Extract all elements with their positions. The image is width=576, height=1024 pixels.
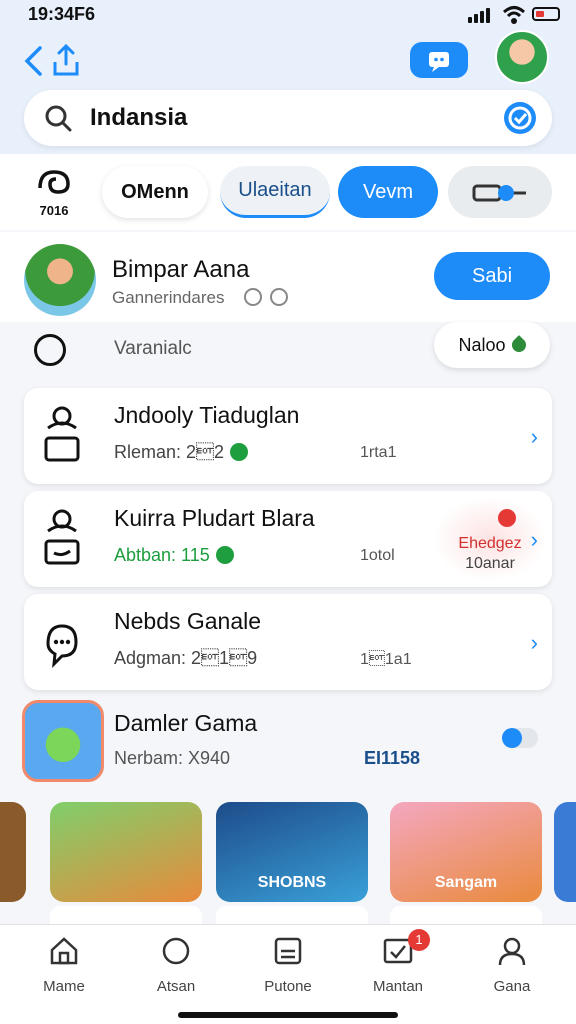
status-bar: 19:34F6: [0, 0, 576, 30]
alert-line-2: 10anar: [465, 555, 515, 572]
profile-row[interactable]: Bimpar Aana Gannerindares Sabi: [0, 232, 576, 322]
game-title: Damler Gama: [114, 710, 258, 736]
profile-badges: [244, 288, 288, 306]
nav-label: Atsan: [156, 978, 196, 995]
game-toggle[interactable]: [502, 728, 538, 748]
circle-icon: [162, 937, 190, 965]
tab-2[interactable]: Ulaeitan: [220, 166, 330, 218]
home-indicator: [178, 1012, 398, 1018]
bottom-nav: Mame Atsan Putone 1 Mantan Gana: [0, 924, 576, 1024]
nav-profile[interactable]: Gana: [472, 935, 552, 995]
document-icon: [274, 937, 302, 965]
chevron-right-icon[interactable]: ›: [531, 630, 538, 656]
card-right: 11a1: [360, 651, 412, 668]
profile-subtitle: Gannerindares: [112, 288, 225, 307]
chat-icon: [429, 52, 449, 72]
thumb-footer: [390, 906, 542, 924]
alert-badge[interactable]: Ehedgez 10anar: [436, 499, 544, 579]
card-title: Kuirra Pludart Blara: [114, 505, 315, 531]
nav-label: Gana: [493, 978, 531, 995]
chat-button[interactable]: [410, 42, 468, 78]
notification-badge: 1: [408, 929, 430, 951]
nav-monitor[interactable]: 1 Mantan: [358, 929, 438, 995]
app-header: Indansia: [0, 30, 576, 154]
verify-button[interactable]: [504, 102, 536, 134]
home-icon: [50, 937, 78, 965]
game-thumb[interactable]: SHOBNS: [216, 802, 368, 924]
logo-icon: [38, 170, 70, 194]
tab-1[interactable]: OMenn: [102, 166, 208, 218]
verified-icon: [215, 546, 234, 564]
chat-bubble-icon: [46, 624, 78, 669]
card-meta: Rleman: 22: [114, 442, 249, 463]
game-carousel: SHOBNS Sangam: [0, 800, 576, 924]
face-icon: [34, 334, 66, 366]
game-row[interactable]: Damler Gama Nerbam: X940 EI1158: [0, 694, 576, 794]
tab-3[interactable]: Vevm: [338, 166, 438, 218]
card-meta: Abtban: 115: [114, 545, 234, 566]
card-meta: Adgman: 219: [114, 648, 258, 668]
leaf-icon: [508, 335, 529, 355]
logo-text: 7016: [39, 203, 69, 218]
list-item[interactable]: Nebds Ganale Adgman: 219 11a1 ›: [24, 594, 552, 690]
card-right: 1rta1: [360, 444, 397, 461]
user-inbox-icon: [44, 406, 80, 462]
nav-home[interactable]: Mame: [24, 935, 104, 995]
variant-label: Varanialc: [114, 338, 192, 359]
filter-tabs: 7016 OMenn Ulaeitan Vevm: [0, 154, 576, 230]
game-thumb[interactable]: [50, 802, 202, 924]
tab-4[interactable]: [448, 166, 552, 218]
avatar[interactable]: [495, 30, 549, 84]
search-bar[interactable]: Indansia: [24, 90, 552, 146]
thumb-footer: [50, 906, 202, 924]
nav-document[interactable]: Putone: [248, 935, 328, 995]
search-input[interactable]: Indansia: [90, 104, 187, 132]
brand-logo[interactable]: 7016: [32, 168, 76, 218]
game-thumb[interactable]: [0, 802, 26, 902]
battery-icon: [532, 7, 560, 21]
game-thumb[interactable]: [554, 802, 576, 902]
nav-label: Putone: [264, 978, 312, 995]
game-subtitle: Nerbam: X940: [114, 748, 231, 768]
verify-icon: [508, 106, 532, 130]
chevron-right-icon[interactable]: ›: [531, 527, 538, 553]
wifi-icon: [502, 6, 526, 24]
pill-label: Naloo: [458, 334, 506, 355]
badge-icon: [244, 288, 262, 306]
list-item[interactable]: Kuirra Pludart Blara Abtban: 115 1otol E…: [24, 491, 552, 587]
clock-icon: [270, 288, 288, 306]
variant-row[interactable]: Varanialc Naloo: [0, 322, 576, 378]
value-pill[interactable]: Naloo: [434, 322, 550, 368]
nav-label: Mame: [43, 978, 85, 995]
card-title: Jndooly Tiaduglan: [114, 402, 300, 428]
search-icon: [45, 105, 72, 132]
game-amount: EI1158: [364, 748, 421, 768]
card-right: 1otol: [360, 547, 395, 564]
verified-icon: [230, 443, 249, 461]
save-button[interactable]: Sabi: [434, 252, 550, 300]
nav-label: Mantan: [372, 978, 424, 995]
nav-search[interactable]: Atsan: [136, 935, 216, 995]
profile-avatar: [24, 244, 96, 316]
user-icon: [498, 937, 526, 966]
chevron-right-icon[interactable]: ›: [531, 424, 538, 450]
thumb-footer: [216, 906, 368, 924]
list-item[interactable]: Jndooly Tiaduglan Rleman: 22 1rta1 ›: [24, 388, 552, 484]
signal-icon: [468, 8, 490, 23]
card-title: Nebds Ganale: [114, 608, 262, 634]
back-icon[interactable]: [22, 44, 44, 78]
notification-dot: [498, 509, 516, 527]
tag-icon: [472, 184, 526, 202]
game-thumb[interactable]: Sangam: [390, 802, 542, 924]
user-mail-icon: [44, 509, 80, 565]
share-icon[interactable]: [50, 42, 82, 78]
alert-line-1: Ehedgez: [458, 535, 522, 552]
game-art: [22, 700, 104, 782]
status-time: 19:34F6: [28, 4, 96, 24]
profile-name: Bimpar Aana: [112, 256, 250, 283]
